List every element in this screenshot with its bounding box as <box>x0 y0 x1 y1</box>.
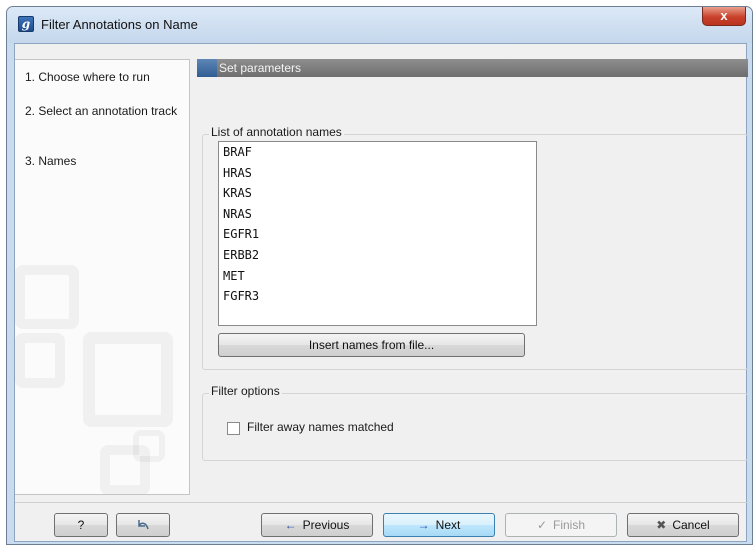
insert-names-from-file-button[interactable]: Insert names from file... <box>218 333 525 357</box>
finish-label: Finish <box>553 518 586 532</box>
list-item[interactable]: HRAS <box>219 163 536 184</box>
list-item[interactable]: BRAF <box>219 142 536 163</box>
list-item[interactable]: EGFR1 <box>219 224 536 245</box>
help-icon: ? <box>77 518 85 532</box>
reset-button[interactable] <box>116 513 170 537</box>
list-item[interactable]: KRAS <box>219 183 536 204</box>
next-label: Next <box>435 518 461 532</box>
app-logo-icon: g <box>18 16 34 32</box>
finish-button[interactable]: ✓ Finish <box>505 513 617 537</box>
dialog-window: g Filter Annotations on Name x 1. Choose… <box>6 6 753 545</box>
decorative-square <box>83 332 173 427</box>
checkmark-icon: ✓ <box>536 518 548 532</box>
annotation-names-legend: List of annotation names <box>209 125 344 139</box>
next-button[interactable]: → Next <box>383 513 495 537</box>
cancel-button[interactable]: ✖ Cancel <box>627 513 739 537</box>
filter-away-label[interactable]: Filter away names matched <box>247 420 394 434</box>
filter-away-checkbox[interactable] <box>227 422 240 435</box>
decorative-square <box>133 430 165 462</box>
list-item[interactable]: ERBB2 <box>219 245 536 266</box>
cancel-label: Cancel <box>672 518 710 532</box>
annotation-names-list[interactable]: BRAF HRAS KRAS NRAS EGFR1 ERBB2 MET FGFR… <box>218 141 537 326</box>
wizard-steps-panel: 1. Choose where to run 2. Select an anno… <box>15 59 190 495</box>
panel-header-title: Set parameters <box>219 61 302 75</box>
step-names: 3. Names <box>25 154 77 168</box>
header-accent <box>197 59 217 77</box>
decorative-square <box>15 333 65 388</box>
panel-header: Set parameters <box>197 59 748 77</box>
footer-divider <box>15 502 748 503</box>
undo-arrow-icon <box>138 520 149 530</box>
help-button[interactable]: ? <box>54 513 108 537</box>
arrow-right-icon: → <box>417 518 430 532</box>
dialog-content: 1. Choose where to run 2. Select an anno… <box>14 43 748 542</box>
close-icon: x <box>720 8 728 23</box>
list-item[interactable]: NRAS <box>219 204 536 225</box>
arrow-left-icon: ← <box>284 518 297 532</box>
previous-label: Previous <box>302 518 350 532</box>
decorative-square <box>15 265 79 329</box>
window-title: Filter Annotations on Name <box>41 17 198 32</box>
list-item[interactable]: FGFR3 <box>219 286 536 307</box>
step-choose-where-to-run: 1. Choose where to run <box>25 70 150 84</box>
cancel-x-icon: ✖ <box>656 518 667 532</box>
step-select-annotation-track: 2. Select an annotation track <box>25 104 178 118</box>
insert-names-label: Insert names from file... <box>308 338 435 352</box>
previous-button[interactable]: ← Previous <box>261 513 373 537</box>
close-button[interactable]: x <box>702 7 746 26</box>
title-bar[interactable]: g Filter Annotations on Name x <box>7 7 752 43</box>
filter-options-legend: Filter options <box>209 384 282 398</box>
list-item[interactable]: MET <box>219 266 536 287</box>
